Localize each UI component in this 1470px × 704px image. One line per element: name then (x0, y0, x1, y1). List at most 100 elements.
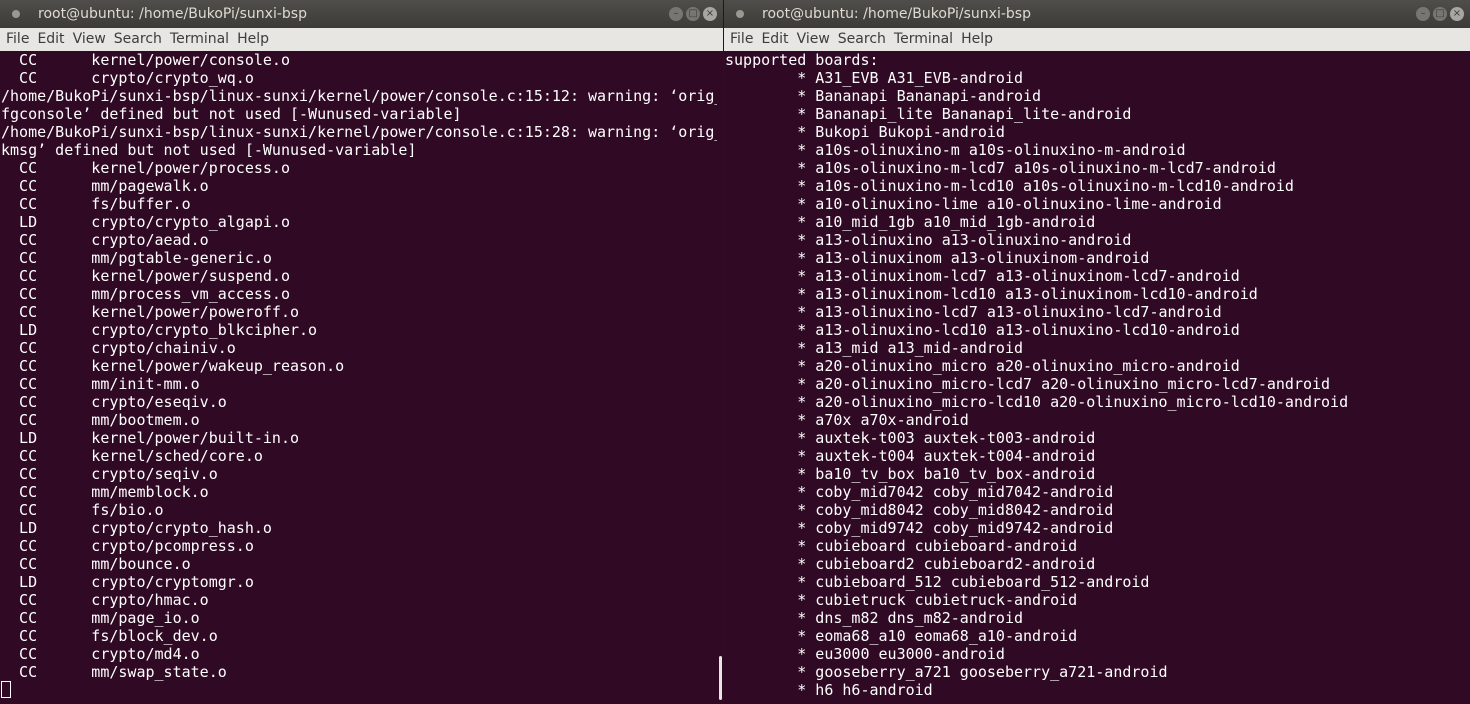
menu-file[interactable]: File (4, 28, 31, 51)
terminal-line: CC mm/swap_state.o (1, 663, 227, 681)
terminal-line: * coby_mid9742 coby_mid9742-android (725, 519, 1114, 537)
terminal-line: * a10s-olinuxino-m-lcd7 a10s-olinuxino-m… (725, 159, 1276, 177)
window-title: root@ubuntu: /home/BukoPi/sunxi-bsp (38, 6, 307, 22)
terminal-line: * a13-olinuxino-lcd10 a13-olinuxino-lcd1… (725, 321, 1240, 339)
terminal-line: * a13-olinuxino a13-olinuxino-android (725, 231, 1132, 249)
terminal-line: * a10s-olinuxino-m-lcd10 a10s-olinuxino-… (725, 177, 1294, 195)
terminal-output[interactable]: supported boards: * A31_EVB A31_EVB-andr… (724, 51, 1470, 704)
menu-search[interactable]: Search (836, 28, 888, 51)
terminal-line: LD crypto/crypto_hash.o (1, 519, 272, 537)
terminal-line: * a10_mid_1gb a10_mid_1gb-android (725, 213, 1096, 231)
terminal-line: kmsg’ defined but not used [-Wunused-var… (1, 141, 417, 159)
terminal-output[interactable]: CC kernel/power/console.o CC crypto/cryp… (0, 51, 717, 704)
terminal-line: * dns_m82 dns_m82-android (725, 609, 1024, 627)
menu-file[interactable]: File (728, 28, 755, 51)
terminal-line: * cubieboard_512 cubieboard_512-android (725, 573, 1150, 591)
terminal-line: CC mm/process_vm_access.o (1, 285, 290, 303)
terminal-line: * Bukopi Bukopi-android (725, 123, 1005, 141)
terminal-line: CC mm/bounce.o (1, 555, 191, 573)
text-cursor (1, 681, 11, 698)
terminal-line: LD crypto/crypto_algapi.o (1, 213, 290, 231)
close-icon[interactable]: × (1450, 7, 1464, 21)
prompt-line[interactable] (1, 681, 717, 699)
terminal-line: * Bananapi Bananapi-android (725, 87, 1042, 105)
terminal-line: * h6 h6-android (725, 681, 933, 699)
terminal-line: /home/BukoPi/sunxi-bsp/linux-sunxi/kerne… (1, 87, 717, 105)
menu-edit[interactable]: Edit (759, 28, 790, 51)
terminal-line: CC kernel/power/wakeup_reason.o (1, 357, 345, 375)
terminal-line: CC mm/init-mm.o (1, 375, 200, 393)
terminal-line: * A31_EVB A31_EVB-android (725, 69, 1024, 87)
terminal-line: CC crypto/seqiv.o (1, 465, 218, 483)
maximize-icon[interactable]: □ (1433, 7, 1447, 21)
terminal-window-left[interactable]: root@ubuntu: /home/BukoPi/sunxi-bsp – □ × … (0, 0, 723, 704)
terminal-line: /home/BukoPi/sunxi-bsp/linux-sunxi/kerne… (1, 123, 717, 141)
terminal-line: * eoma68_a10 eoma68_a10-android (725, 627, 1078, 645)
terminal-line: CC kernel/power/process.o (1, 159, 290, 177)
scrollbar-thumb[interactable] (719, 656, 722, 700)
terminal-line: CC kernel/power/suspend.o (1, 267, 290, 285)
menu-view[interactable]: View (71, 28, 108, 51)
terminal-line: * ba10_tv_box ba10_tv_box-android (725, 465, 1096, 483)
terminal-line: * a20-olinuxino_micro a20-olinuxino_micr… (725, 357, 1240, 375)
terminal-line: * cubieboard cubieboard-android (725, 537, 1078, 555)
terminal-line: CC crypto/chainiv.o (1, 339, 236, 357)
window-menu-icon[interactable] (736, 10, 744, 18)
terminal-line: CC mm/memblock.o (1, 483, 209, 501)
terminal-line: CC mm/pgtable-generic.o (1, 249, 272, 267)
menu-terminal[interactable]: Terminal (168, 28, 231, 51)
minimize-icon[interactable]: – (1416, 7, 1430, 21)
terminal-line: * Bananapi_lite Bananapi_lite-android (725, 105, 1132, 123)
window-controls: – □ × (1413, 0, 1464, 28)
terminal-line: fgconsole’ defined but not used [-Wunuse… (1, 105, 462, 123)
window-title: root@ubuntu: /home/BukoPi/sunxi-bsp (762, 6, 1031, 22)
terminal-line: * a13_mid a13_mid-android (725, 339, 1024, 357)
terminal-line: * auxtek-t003 auxtek-t003-android (725, 429, 1096, 447)
terminal-line: CC crypto/md4.o (1, 645, 200, 663)
terminal-line: CC mm/page_io.o (1, 609, 200, 627)
terminal-line: CC crypto/hmac.o (1, 591, 209, 609)
terminal-line: LD crypto/cryptomgr.o (1, 573, 254, 591)
terminal-line: CC fs/buffer.o (1, 195, 191, 213)
menu-search[interactable]: Search (112, 28, 164, 51)
terminal-line: * a70x a70x-android (725, 411, 969, 429)
title-bar[interactable]: root@ubuntu: /home/BukoPi/sunxi-bsp – □ × (0, 0, 723, 28)
terminal-line: LD crypto/crypto_blkcipher.o (1, 321, 318, 339)
terminal-line: * coby_mid8042 coby_mid8042-android (725, 501, 1114, 519)
menu-help[interactable]: Help (959, 28, 995, 51)
menu-bar: File Edit View Search Terminal Help (724, 28, 1470, 51)
maximize-icon[interactable]: □ (686, 7, 700, 21)
terminal-line: * cubieboard2 cubieboard2-android (725, 555, 1096, 573)
minimize-icon[interactable]: – (669, 7, 683, 21)
terminal-line: * auxtek-t004 auxtek-t004-android (725, 447, 1096, 465)
terminal-line: * a13-olinuxino-lcd7 a13-olinuxino-lcd7-… (725, 303, 1222, 321)
terminal-line: CC kernel/power/console.o (1, 51, 290, 69)
window-menu-icon[interactable] (12, 10, 20, 18)
terminal-line: * cubietruck cubietruck-android (725, 591, 1078, 609)
terminal-line: CC crypto/aead.o (1, 231, 209, 249)
terminal-line: * a13-olinuxinom-lcd10 a13-olinuxinom-lc… (725, 285, 1258, 303)
terminal-line: * a10-olinuxino-lime a10-olinuxino-lime-… (725, 195, 1222, 213)
menu-bar: File Edit View Search Terminal Help (0, 28, 723, 51)
terminal-line: CC fs/bio.o (1, 501, 164, 519)
title-bar[interactable]: root@ubuntu: /home/BukoPi/sunxi-bsp – □ × (724, 0, 1470, 28)
close-icon[interactable]: × (703, 7, 717, 21)
menu-terminal[interactable]: Terminal (892, 28, 955, 51)
terminal-line: LD kernel/power/built-in.o (1, 429, 300, 447)
terminal-line: CC mm/pagewalk.o (1, 177, 209, 195)
terminal-line: CC mm/bootmem.o (1, 411, 200, 429)
menu-edit[interactable]: Edit (35, 28, 66, 51)
terminal-line: CC kernel/power/poweroff.o (1, 303, 300, 321)
menu-view[interactable]: View (795, 28, 832, 51)
menu-help[interactable]: Help (235, 28, 271, 51)
terminal-line: CC crypto/pcompress.o (1, 537, 254, 555)
terminal-line: * gooseberry_a721 gooseberry_a721-androi… (725, 663, 1168, 681)
window-controls: – □ × (666, 0, 717, 28)
terminal-line: * a20-olinuxino_micro-lcd10 a20-olinuxin… (725, 393, 1349, 411)
terminal-line: * a20-olinuxino_micro-lcd7 a20-olinuxino… (725, 375, 1331, 393)
terminal-line: * a10s-olinuxino-m a10s-olinuxino-m-andr… (725, 141, 1186, 159)
terminal-line: CC crypto/eseqiv.o (1, 393, 227, 411)
terminal-window-right[interactable]: root@ubuntu: /home/BukoPi/sunxi-bsp – □ × … (724, 0, 1470, 704)
terminal-line: supported boards: (725, 51, 879, 69)
terminal-line: * a13-olinuxinom a13-olinuxinom-android (725, 249, 1150, 267)
